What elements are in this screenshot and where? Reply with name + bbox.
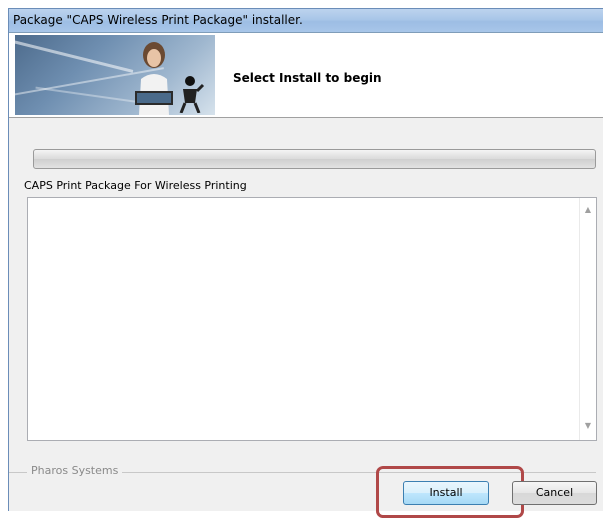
- install-button[interactable]: Install: [403, 481, 489, 505]
- window-title: Package "CAPS Wireless Print Package" in…: [13, 13, 303, 27]
- scroll-up-icon[interactable]: ▲: [580, 202, 596, 218]
- details-scrollbar[interactable]: ▲ ▼: [579, 198, 596, 440]
- scroll-down-icon[interactable]: ▼: [580, 418, 596, 434]
- title-bar[interactable]: Package "CAPS Wireless Print Package" in…: [9, 9, 603, 33]
- package-name-label: CAPS Print Package For Wireless Printing: [24, 179, 247, 192]
- vendor-label: Pharos Systems: [27, 464, 123, 477]
- installer-window: Package "CAPS Wireless Print Package" in…: [8, 8, 603, 518]
- banner-heading: Select Install to begin: [233, 71, 382, 85]
- install-progress-bar: [33, 149, 596, 169]
- cancel-button[interactable]: Cancel: [512, 481, 597, 505]
- package-details-textarea[interactable]: ▲ ▼: [27, 197, 597, 441]
- figure-icon: [179, 76, 205, 113]
- banner-image: [15, 35, 215, 115]
- header-banner: Select Install to begin: [9, 33, 603, 118]
- person-with-laptop-image: [135, 42, 173, 115]
